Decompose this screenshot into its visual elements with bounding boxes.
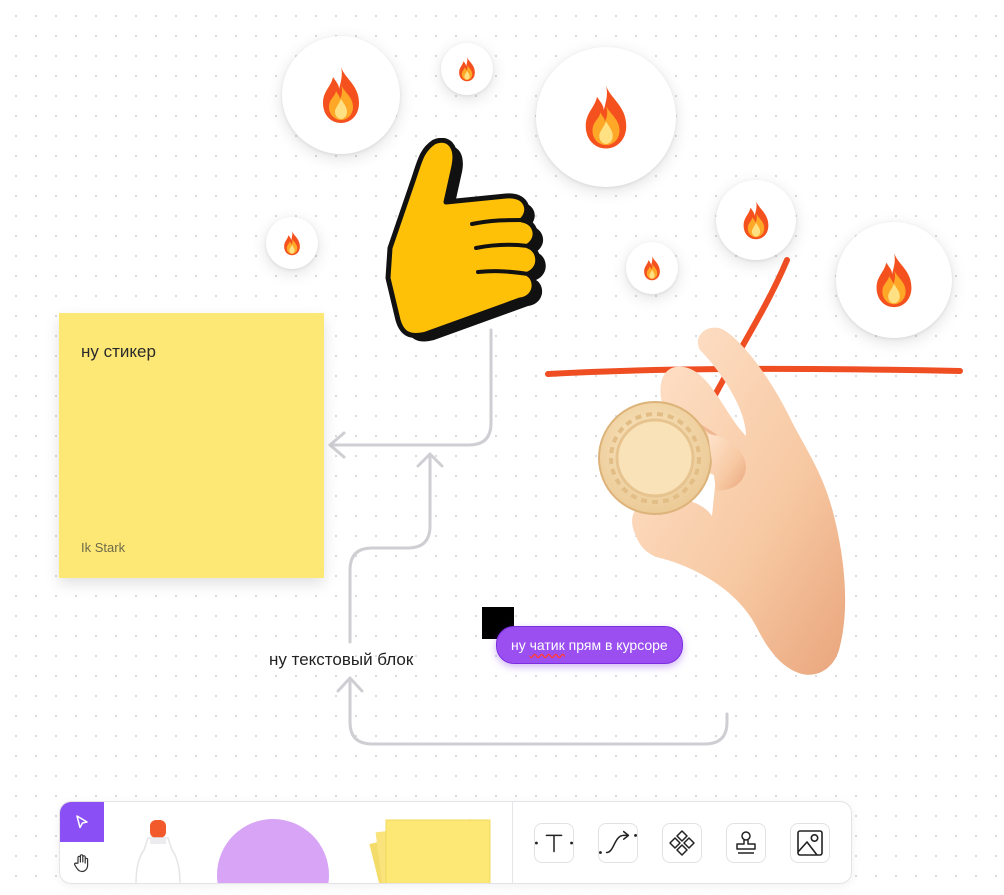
sticky-notes-tool[interactable]: [358, 816, 494, 884]
text-tool-button[interactable]: [534, 823, 574, 863]
text-block[interactable]: ну текстовый блок: [269, 650, 413, 670]
fire-reaction[interactable]: [626, 242, 678, 294]
select-mode-button[interactable]: [60, 802, 104, 842]
sticky-note-author: Ik Stark: [81, 540, 126, 555]
select-icon: [76, 815, 88, 829]
fire-emoji-icon: [743, 200, 769, 240]
fire-emoji-icon: [459, 56, 475, 82]
fire-reaction[interactable]: [441, 43, 493, 95]
components-icon: [669, 830, 695, 856]
image-icon: [797, 830, 823, 856]
fire-reaction[interactable]: [836, 222, 952, 338]
cursor-chat-bubble[interactable]: ну чатик прям в курсоре: [496, 626, 683, 664]
fire-reaction[interactable]: [266, 217, 318, 269]
stamp-tool-button[interactable]: [726, 823, 766, 863]
shape-tool[interactable]: [216, 818, 330, 884]
cursor-chat-prefix: ну: [511, 637, 530, 653]
sticky-note-text[interactable]: ну стикер: [81, 342, 156, 362]
thumbs-up-sticker[interactable]: [376, 138, 566, 348]
stamp-icon: [736, 831, 756, 854]
hand-icon: [73, 853, 89, 872]
fire-emoji-icon: [644, 255, 660, 281]
connector-tool-button[interactable]: [598, 823, 638, 863]
cursor-chat-misspelled-word: чатик: [529, 637, 565, 653]
marker-tool[interactable]: [134, 818, 182, 884]
bottom-toolbar: [59, 801, 852, 884]
cursor-chat-suffix: прям в курсоре: [564, 637, 668, 653]
toolbar-divider: [512, 802, 513, 883]
fire-emoji-icon: [323, 67, 359, 123]
hand-mode-button[interactable]: [60, 842, 104, 883]
image-tool-button[interactable]: [790, 823, 830, 863]
fire-emoji-icon: [585, 85, 627, 149]
mode-switcher: [60, 802, 104, 883]
fire-reaction[interactable]: [282, 36, 400, 154]
connector-tool-icon: [599, 830, 637, 854]
fire-emoji-icon: [876, 252, 912, 308]
text-tool-icon: [535, 834, 573, 853]
fire-emoji-icon: [284, 230, 300, 256]
sticky-note[interactable]: ну стикер Ik Stark: [59, 313, 324, 578]
components-tool-button[interactable]: [662, 823, 702, 863]
fire-reaction[interactable]: [716, 180, 796, 260]
